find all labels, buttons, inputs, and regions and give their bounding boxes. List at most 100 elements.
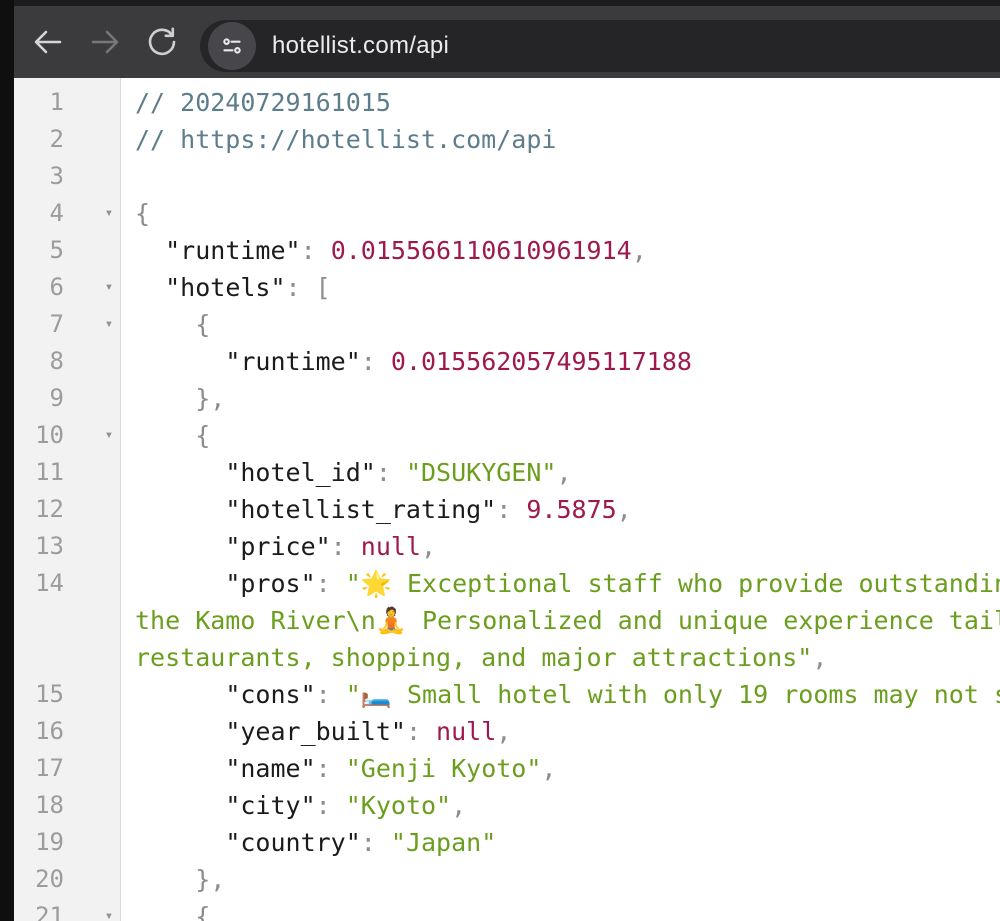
line-number: 9 [14, 380, 64, 417]
code-line: 20 }, [14, 861, 1000, 898]
line-number: 20 [14, 861, 64, 898]
code-text: "name": "Genji Kyoto", [121, 750, 1000, 787]
code-line: 21 ▾ { [14, 898, 1000, 921]
code-line: 17 "name": "Genji Kyoto", [14, 750, 1000, 787]
code-text: { [121, 417, 1000, 454]
code-text: "cons": "🛏️ Small hotel with only 19 roo… [121, 676, 1000, 713]
tune-icon [219, 33, 245, 59]
gutter-cell: 21 ▾ [14, 898, 121, 921]
fold-arrow-icon[interactable]: ▾ [96, 195, 122, 232]
code-text: "year_built": null, [121, 713, 1000, 750]
code-text: { [121, 195, 1000, 232]
gutter-cell: 7▾ [14, 306, 121, 343]
line-number: 7 [14, 306, 64, 343]
code-line: 15 "cons": "🛏️ Small hotel with only 19 … [14, 676, 1000, 713]
gutter-cell: 11 [14, 454, 121, 491]
line-number: 6 [14, 269, 64, 306]
line-number: 10 [14, 417, 64, 454]
code-line: 16 "year_built": null, [14, 713, 1000, 750]
line-number: 21 [14, 898, 64, 921]
code-line: restaurants, shopping, and major attract… [14, 639, 1000, 676]
code-text: }, [121, 861, 1000, 898]
arrow-left-icon [30, 24, 66, 60]
gutter-cell: 13 [14, 528, 121, 565]
fold-arrow-icon[interactable]: ▾ [96, 269, 122, 306]
gutter-cell: 6▾ [14, 269, 121, 306]
forward-button[interactable] [87, 24, 123, 60]
gutter-cell: 17 [14, 750, 121, 787]
gutter-cell [14, 602, 121, 639]
reload-icon [144, 24, 180, 60]
site-settings-button[interactable] [208, 22, 256, 70]
line-number: 1 [14, 84, 64, 121]
code-line: 19 "country": "Japan" [14, 824, 1000, 861]
code-text: "price": null, [121, 528, 1000, 565]
code-line: 5 "runtime": 0.015566110610961914, [14, 232, 1000, 269]
gutter-cell: 12 [14, 491, 121, 528]
line-number: 15 [14, 676, 64, 713]
code-text: "runtime": 0.015566110610961914, [121, 232, 1000, 269]
gutter-cell: 2 [14, 121, 121, 158]
code-text: restaurants, shopping, and major attract… [121, 639, 1000, 676]
code-text: { [121, 306, 1000, 343]
arrow-right-icon [87, 24, 123, 60]
code-line: 4▾{ [14, 195, 1000, 232]
gutter-cell: 14 [14, 565, 121, 602]
gutter-cell: 5 [14, 232, 121, 269]
code-text: "hotellist_rating": 9.5875, [121, 491, 1000, 528]
line-number: 3 [14, 158, 64, 195]
window-left-edge [0, 0, 14, 921]
code-line: the Kamo River\n🧘 Personalized and uniqu… [14, 602, 1000, 639]
code-text: "country": "Japan" [121, 824, 1000, 861]
line-number: 4 [14, 195, 64, 232]
code-line: 13 "price": null, [14, 528, 1000, 565]
code-line: 18 "city": "Kyoto", [14, 787, 1000, 824]
reload-button[interactable] [144, 24, 180, 60]
line-number: 19 [14, 824, 64, 861]
code-text: // https://hotellist.com/api [121, 121, 1000, 158]
line-number: 2 [14, 121, 64, 158]
code-line: 3 [14, 158, 1000, 195]
fold-arrow-icon[interactable]: ▾ [96, 306, 122, 343]
fold-arrow-icon[interactable]: ▾ [96, 417, 122, 454]
line-number: 11 [14, 454, 64, 491]
url-bar[interactable]: hotellist.com/api [200, 20, 1000, 72]
line-number: 17 [14, 750, 64, 787]
code-text [121, 158, 1000, 195]
code-line: 11 "hotel_id": "DSUKYGEN", [14, 454, 1000, 491]
code-rows: 1 // 20240729161015 2 // https://hotellist.… [14, 84, 1000, 921]
code-text: "city": "Kyoto", [121, 787, 1000, 824]
line-number: 5 [14, 232, 64, 269]
gutter-cell: 18 [14, 787, 121, 824]
code-line: 8 "runtime": 0.015562057495117188 [14, 343, 1000, 380]
gutter-cell: 10 ▾ [14, 417, 121, 454]
code-text: the Kamo River\n🧘 Personalized and uniqu… [121, 602, 1000, 639]
gutter-cell: 15 [14, 676, 121, 713]
code-text: }, [121, 380, 1000, 417]
code-line: 10 ▾ { [14, 417, 1000, 454]
gutter-cell: 8 [14, 343, 121, 380]
code-line: 14 "pros": "🌟 Exceptional staff who prov… [14, 565, 1000, 602]
code-text: "pros": "🌟 Exceptional staff who provide… [121, 565, 1000, 602]
fold-arrow-icon[interactable]: ▾ [96, 898, 122, 921]
gutter-cell: 20 [14, 861, 121, 898]
line-number: 18 [14, 787, 64, 824]
gutter-cell: 16 [14, 713, 121, 750]
gutter-cell [14, 639, 121, 676]
gutter-cell: 1 [14, 84, 121, 121]
code-text: "hotel_id": "DSUKYGEN", [121, 454, 1000, 491]
code-line: 12 "hotellist_rating": 9.5875, [14, 491, 1000, 528]
back-button[interactable] [30, 24, 66, 60]
line-number: 12 [14, 491, 64, 528]
code-text: "runtime": 0.015562057495117188 [121, 343, 1000, 380]
gutter-cell: 4▾ [14, 195, 121, 232]
code-line: 6▾ "hotels": [ [14, 269, 1000, 306]
line-number: 13 [14, 528, 64, 565]
code-text: // 20240729161015 [121, 84, 1000, 121]
code-line: 1 // 20240729161015 [14, 84, 1000, 121]
json-viewer: 1 // 20240729161015 2 // https://hotellist.… [14, 78, 1000, 921]
code-text: { [121, 898, 1000, 921]
code-line: 2 // https://hotellist.com/api [14, 121, 1000, 158]
code-line: 9 }, [14, 380, 1000, 417]
line-number: 16 [14, 713, 64, 750]
